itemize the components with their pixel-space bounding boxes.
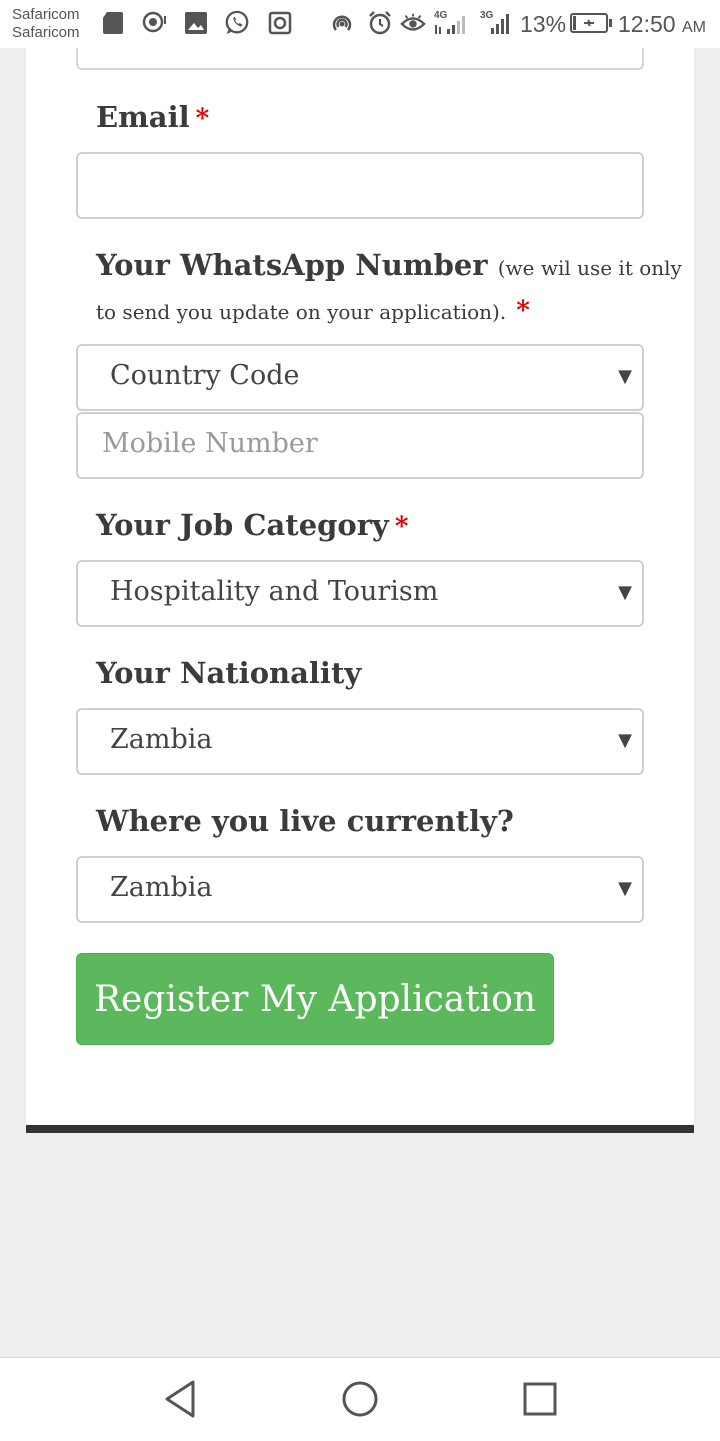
whatsapp-icon [224,10,250,36]
battery-percent: 13% [520,11,567,37]
residence-value: Zambia [110,872,213,903]
clock-ampm: AM [681,19,706,36]
carrier-names: Safaricom Safaricom [12,6,80,42]
register-application-button[interactable]: Register My Application [76,953,554,1045]
whatsapp-hint-line-2: to send you update on your application). [96,300,507,324]
mobile-number-placeholder: Mobile Number [102,428,318,459]
network-type-3g: 3G [480,10,494,21]
clock: 12:50 AM [618,11,706,38]
job-category-label-text: Your Job Category [96,508,389,542]
mobile-number-input[interactable]: Mobile Number [76,412,644,479]
nationality-value: Zambia [110,724,213,755]
battery-charging-icon [570,10,614,36]
location-icon [141,10,167,36]
required-mark: * [195,104,210,134]
country-code-select[interactable]: Country Code ▼ [76,344,644,411]
chevron-down-icon: ▼ [618,878,632,899]
job-category-value: Hospitality and Tourism [110,576,439,607]
whatsapp-label-text: Your WhatsApp Number [96,248,488,282]
screen-record-icon [267,10,293,36]
job-category-select[interactable]: Hospitality and Tourism ▼ [76,560,644,627]
email-label: Email * [96,100,209,134]
status-bar: Safaricom Safaricom 4G 3G 13% 12:50 AM [0,0,720,48]
nationality-select[interactable]: Zambia ▼ [76,708,644,775]
residence-label: Where you live currently? [96,804,514,838]
home-icon[interactable] [339,1378,381,1420]
signal-icon: 4G [432,10,472,36]
required-mark: * [394,512,409,542]
recents-icon[interactable] [519,1378,561,1420]
whatsapp-hint-line-1: (we wil use it only [497,256,682,280]
chevron-down-icon: ▼ [618,730,632,751]
back-icon[interactable] [159,1378,201,1420]
gallery-icon [183,10,209,36]
carrier-1: Safaricom [12,6,80,23]
job-category-label: Your Job Category * [96,508,409,542]
eye-comfort-icon [400,10,426,36]
whatsapp-hint: to send you update on your application).… [96,296,530,326]
residence-select[interactable]: Zambia ▼ [76,856,644,923]
system-navigation-bar [0,1357,720,1441]
country-code-value: Country Code [110,360,300,391]
chevron-down-icon: ▼ [618,582,632,603]
alarm-icon [367,10,393,36]
clock-time: 12:50 [618,11,676,37]
nationality-label: Your Nationality [96,656,362,690]
carrier-2: Safaricom [12,24,80,41]
signal-icon: 3G [478,10,516,36]
chevron-down-icon: ▼ [618,366,632,387]
email-input[interactable] [76,152,644,219]
network-type-4g: 4G [434,10,448,21]
card-footer-divider [26,1125,694,1133]
email-label-text: Email [96,100,190,134]
sd-card-icon [100,10,126,36]
hotspot-icon [329,10,355,36]
whatsapp-label: Your WhatsApp Number (we wil use it only [96,248,682,282]
required-mark: * [516,296,530,326]
